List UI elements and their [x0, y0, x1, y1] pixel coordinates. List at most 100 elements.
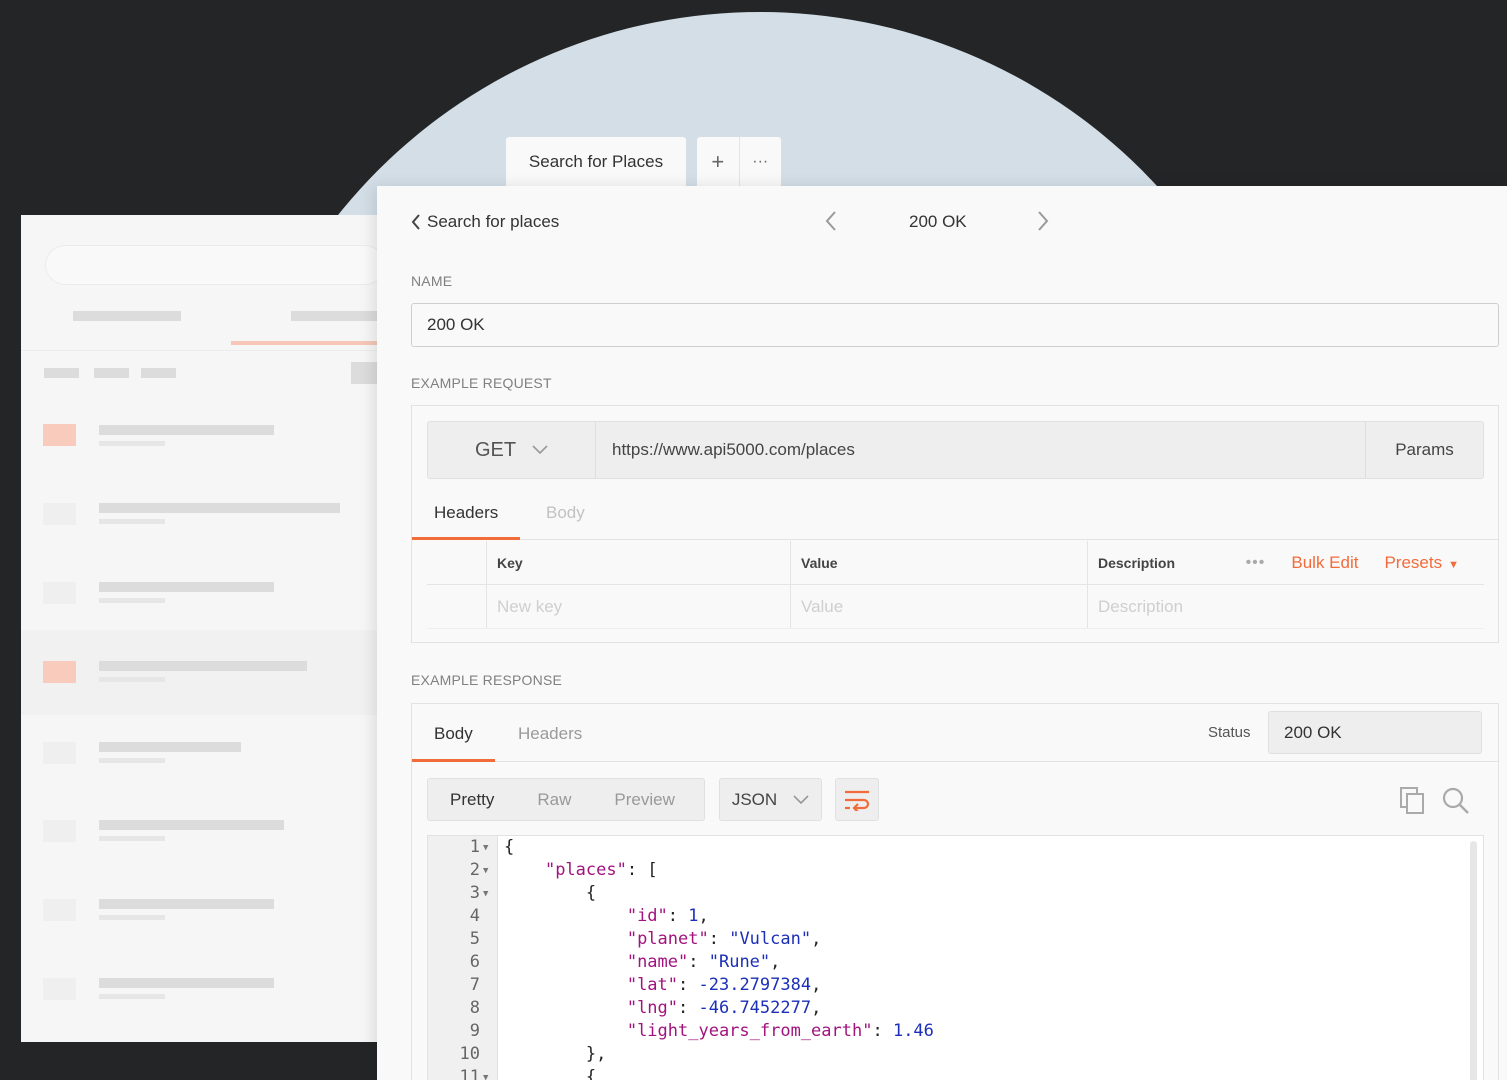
tab-search-for-places[interactable]: Search for Places — [506, 137, 686, 186]
line-number: 11 — [459, 1067, 480, 1080]
tab-response-headers[interactable]: Headers — [496, 724, 604, 762]
list-item-placeholder — [99, 836, 165, 841]
language-select[interactable]: JSON — [719, 778, 822, 821]
line-number: 9 — [469, 1021, 480, 1041]
response-code-editor[interactable]: 1 ▼{2 ▼ "places": [3 ▼ {4 "id": 1, 5 "planet… — [427, 835, 1484, 1080]
search-icon[interactable] — [1442, 787, 1470, 820]
back-to-request-link[interactable]: Search for places — [411, 212, 559, 232]
list-item-placeholder — [99, 598, 165, 603]
code-text: "light_years_from_earth": 1.46 — [626, 1021, 934, 1041]
format-preview-button[interactable]: Preview — [592, 790, 695, 810]
editor-scrollbar[interactable] — [1470, 841, 1477, 1080]
status-value: 200 OK — [1284, 722, 1342, 742]
format-pretty-button[interactable]: Pretty — [428, 790, 515, 810]
tab-body[interactable]: Body — [524, 503, 607, 540]
example-request-box: GET https://www.api5000.com/places Param… — [411, 405, 1499, 643]
code-line: 10 }, — [428, 1043, 1468, 1066]
table-row: New key Value Description — [427, 585, 1484, 629]
tab-title: Search for Places — [528, 151, 664, 171]
table-header-row: Key Value Description ••• Bulk Edit Pres… — [427, 541, 1484, 585]
new-value-input[interactable]: Value — [791, 585, 1088, 628]
tab-headers[interactable]: Headers — [412, 503, 521, 540]
back-link-label: Search for places — [427, 212, 560, 231]
list-item-placeholder — [99, 441, 165, 446]
sidebar-tab-placeholder — [73, 311, 181, 321]
code-text: "planet": "Vulcan", — [626, 929, 822, 949]
sidebar-search-placeholder — [45, 245, 385, 285]
plus-icon: + — [711, 148, 725, 174]
list-item-placeholder — [99, 519, 165, 524]
fold-arrow-icon[interactable]: ▼ — [480, 882, 498, 905]
params-label: Params — [1395, 440, 1454, 459]
list-item-placeholder — [99, 915, 165, 920]
list-item-placeholder — [99, 582, 274, 592]
column-key: Key — [487, 541, 791, 584]
sidebar-divider — [21, 350, 401, 351]
line-number: 6 — [469, 952, 480, 972]
example-response-box: Body Headers Status 200 OK Pretty Raw Pr… — [411, 703, 1499, 1080]
example-title: 200 OK — [909, 212, 967, 231]
status-input[interactable]: 200 OK — [1268, 711, 1482, 754]
list-item-icon-placeholder — [43, 503, 76, 525]
list-item-icon-placeholder — [43, 424, 76, 446]
new-tab-button[interactable]: + — [697, 137, 739, 186]
wrap-lines-button[interactable] — [835, 778, 879, 821]
code-text: }, — [504, 1044, 607, 1064]
list-item-placeholder — [99, 899, 274, 909]
list-item-placeholder — [99, 677, 165, 682]
example-name-value: 200 OK — [427, 315, 485, 334]
row-checkbox-cell — [427, 585, 487, 628]
chevron-down-icon — [793, 794, 809, 804]
sidebar-active-tab-indicator — [231, 341, 401, 345]
status-label: Status — [1208, 724, 1251, 741]
sidebar-selected-row — [21, 630, 401, 715]
list-item-placeholder — [99, 758, 165, 763]
line-number: 3 — [469, 883, 480, 903]
presets-label: Presets — [1384, 553, 1443, 572]
url-input[interactable]: https://www.api5000.com/places — [596, 422, 1365, 478]
code-text: "lat": -23.2797384, — [626, 975, 822, 995]
language-label: JSON — [731, 789, 778, 809]
fold-arrow-icon[interactable]: ▼ — [480, 836, 498, 859]
list-item-icon-placeholder — [43, 899, 76, 921]
example-name-input[interactable]: 200 OK — [411, 303, 1499, 347]
code-line: 2 ▼ "places": [ — [428, 859, 1468, 882]
code-line: 8 "lng": -46.7452277, — [428, 997, 1468, 1020]
chevron-down-icon — [532, 445, 548, 455]
line-number: 4 — [469, 906, 480, 926]
line-number: 1 — [469, 837, 480, 857]
code-line: 9 "light_years_from_earth": 1.46 — [428, 1020, 1468, 1043]
params-button[interactable]: Params — [1365, 422, 1483, 478]
new-key-input[interactable]: New key — [487, 585, 791, 628]
fold-arrow-icon[interactable]: ▼ — [480, 1066, 498, 1080]
tab-more-button[interactable]: ··· — [738, 137, 782, 186]
code-line: 3 ▼ { — [428, 882, 1468, 905]
new-description-input[interactable]: Description — [1088, 585, 1484, 628]
sidebar-filter-placeholder — [94, 368, 129, 378]
list-item-icon-placeholder — [43, 742, 76, 764]
code-line: 4 "id": 1, — [428, 905, 1468, 928]
table-tools: ••• Bulk Edit Presets ▼ — [1246, 541, 1459, 585]
tab-actions: + ··· — [697, 137, 781, 186]
code-text: "places": [ — [544, 860, 658, 880]
copy-icon[interactable] — [1400, 787, 1426, 820]
method-select[interactable]: GET — [428, 422, 596, 478]
chevron-right-icon — [1038, 211, 1049, 231]
tab-response-body[interactable]: Body — [412, 724, 495, 762]
more-horizontal-icon[interactable]: ••• — [1246, 554, 1266, 572]
sidebar-filter-placeholder — [141, 368, 176, 378]
previous-example-button[interactable] — [825, 210, 837, 239]
fold-arrow-icon[interactable]: ▼ — [480, 859, 498, 882]
request-tabs: Headers Body — [412, 496, 1498, 540]
format-raw-button[interactable]: Raw — [515, 790, 592, 810]
headers-table: Key Value Description ••• Bulk Edit Pres… — [427, 541, 1484, 629]
list-item-placeholder — [99, 661, 307, 671]
bulk-edit-link[interactable]: Bulk Edit — [1291, 553, 1358, 573]
line-number: 5 — [469, 929, 480, 949]
presets-dropdown[interactable]: Presets ▼ — [1384, 553, 1459, 573]
next-example-button[interactable] — [1037, 210, 1049, 239]
